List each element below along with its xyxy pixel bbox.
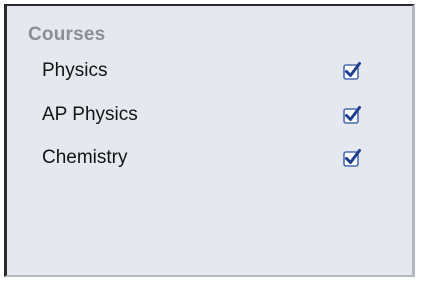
checkbox-checked-icon[interactable] — [342, 61, 362, 81]
list-item-course[interactable]: Chemistry — [7, 142, 412, 174]
course-label: AP Physics — [42, 104, 138, 125]
list-item-course[interactable]: AP Physics — [7, 99, 412, 131]
list-item-course[interactable]: Physics — [7, 55, 412, 87]
courses-panel: Courses Physics AP Physics Chemistry — [4, 4, 415, 277]
course-label: Chemistry — [42, 147, 128, 168]
checkbox-checked-icon[interactable] — [342, 148, 362, 168]
course-label: Physics — [42, 60, 108, 81]
checkbox-checked-icon[interactable] — [342, 105, 362, 125]
section-title: Courses — [28, 24, 106, 45]
